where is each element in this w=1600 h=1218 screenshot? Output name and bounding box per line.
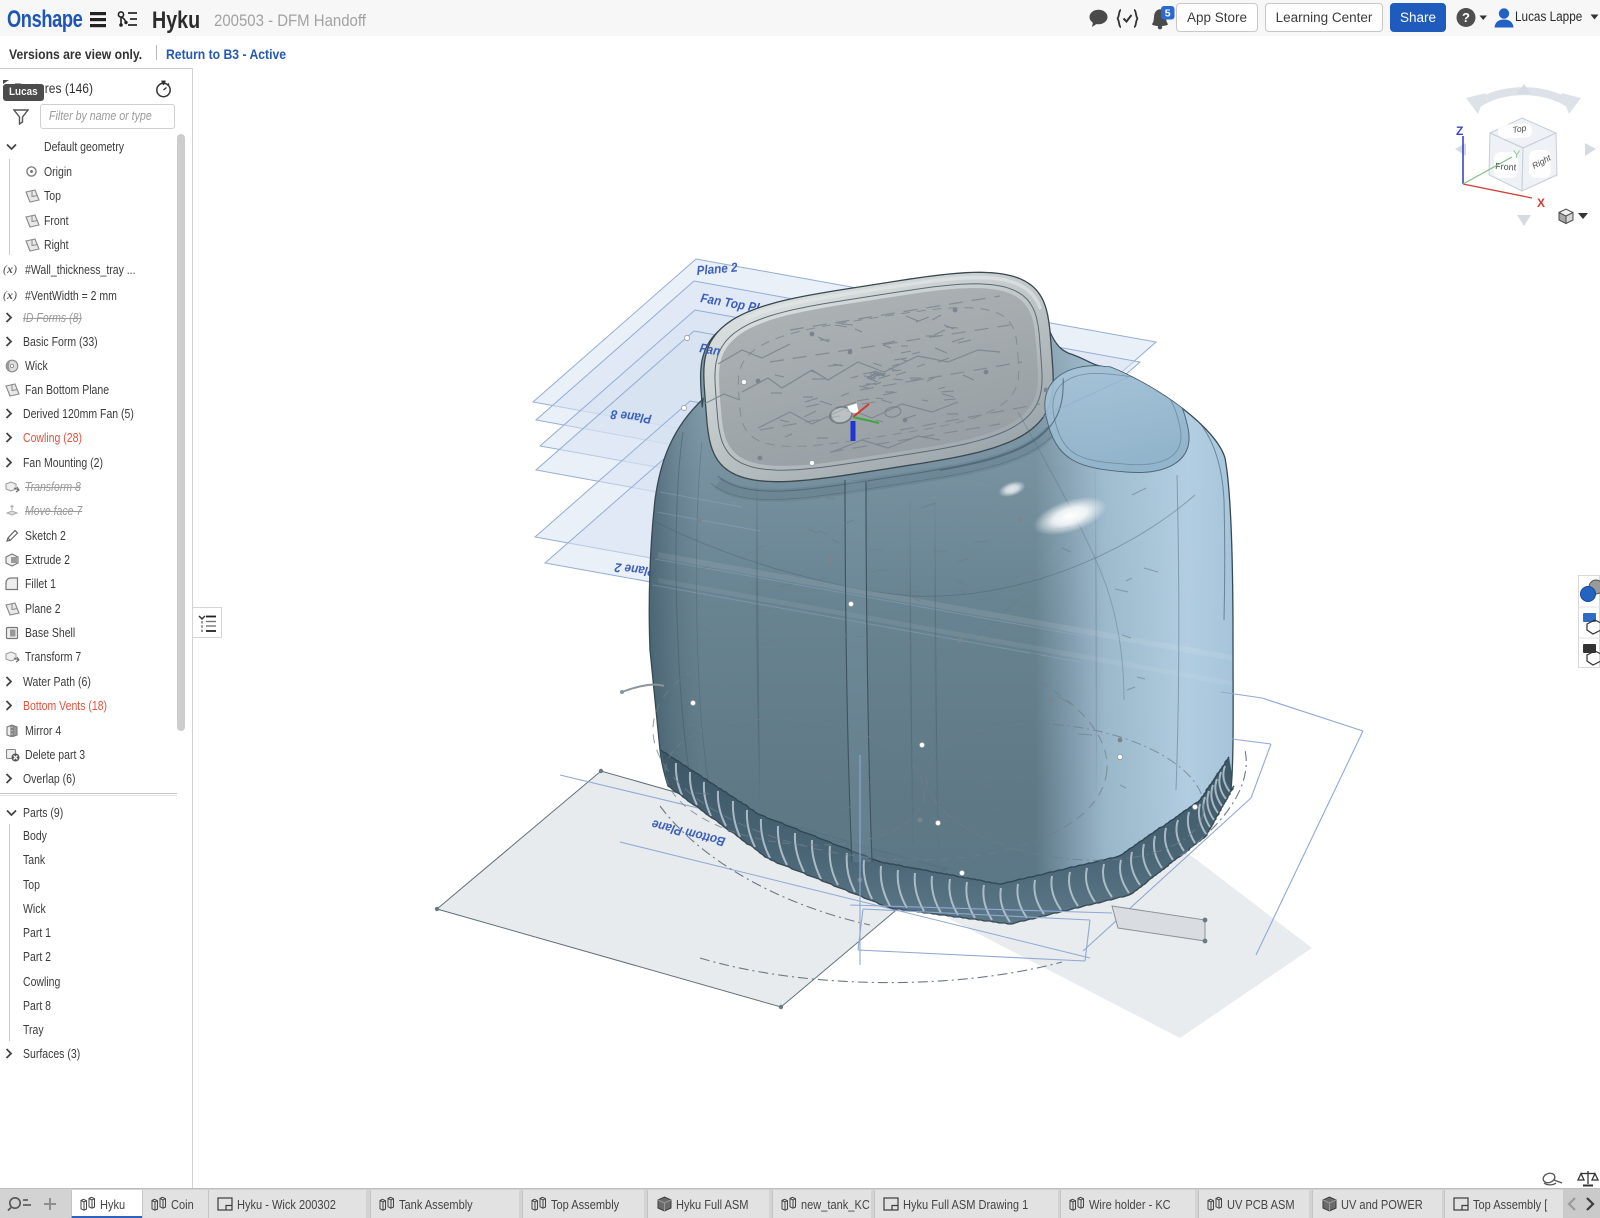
svg-text:Front: Front [1495, 161, 1517, 172]
svg-text:Z: Z [1456, 124, 1463, 138]
svg-text:X: X [1537, 196, 1545, 210]
svg-text:?: ? [1462, 10, 1470, 25]
svg-text:Y: Y [1513, 149, 1521, 161]
svg-text:5: 5 [1165, 7, 1171, 19]
